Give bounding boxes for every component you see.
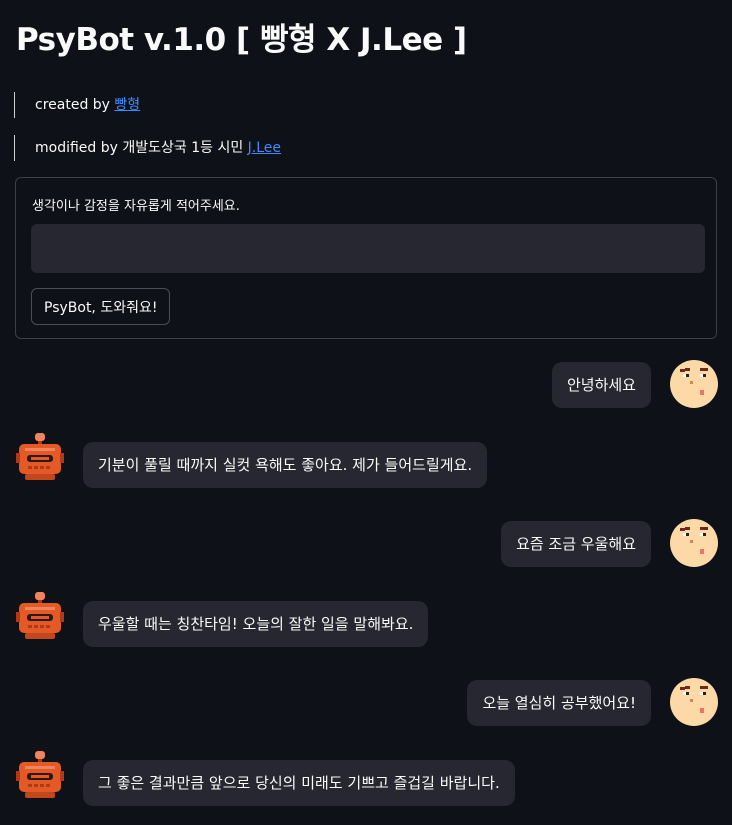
user-message-bubble: 요즘 조금 우울해요 [501, 521, 651, 567]
modifier-link[interactable]: J.Lee [248, 140, 281, 156]
bot-avatar-icon [16, 433, 64, 480]
submit-button[interactable]: PsyBot, 도와줘요! [31, 288, 171, 325]
chat-message-bot: 우울할 때는 칭찬타임! 오늘의 잘한 일을 말해봐요. [0, 592, 732, 649]
chat-message-user: 오늘 열심히 공부했어요! [0, 678, 732, 728]
chat-message-user: 안녕하세요 [0, 360, 732, 410]
created-by-label: created by [35, 97, 115, 113]
message-input[interactable] [31, 224, 705, 273]
user-message-bubble: 오늘 열심히 공부했어요! [467, 680, 651, 726]
bot-avatar-icon [16, 751, 64, 798]
modified-by-label: modified by 개발도상국 1등 시민 [35, 140, 248, 156]
message-form: 생각이나 감정을 자유롭게 적어주세요. PsyBot, 도와줘요! [15, 177, 717, 339]
chat-message-bot: 그 좋은 결과만큼 앞으로 당신의 미래도 기쁘고 즐겁길 바랍니다. [0, 751, 732, 808]
created-by-credit: created by 빵형 [14, 92, 140, 118]
chat-message-bot: 기분이 풀릴 때까지 실컷 욕해도 좋아요. 제가 들어드릴게요. [0, 433, 732, 490]
creator-link[interactable]: 빵형 [114, 97, 140, 113]
user-avatar-icon [670, 519, 718, 567]
bot-message-bubble: 그 좋은 결과만큼 앞으로 당신의 미래도 기쁘고 즐겁길 바랍니다. [83, 760, 515, 806]
message-input-label: 생각이나 감정을 자유롭게 적어주세요. [32, 199, 240, 214]
user-message-bubble: 안녕하세요 [551, 362, 651, 408]
bot-message-bubble: 우울할 때는 칭찬타임! 오늘의 잘한 일을 말해봐요. [83, 601, 429, 647]
modified-by-credit: modified by 개발도상국 1등 시민 J.Lee [14, 135, 281, 161]
bot-message-bubble: 기분이 풀릴 때까지 실컷 욕해도 좋아요. 제가 들어드릴게요. [83, 442, 488, 488]
chat-message-user: 요즘 조금 우울해요 [0, 519, 732, 569]
user-avatar-icon [670, 678, 718, 726]
page-title: PsyBot v.1.0 [ 빵형 X J.Lee ] [16, 22, 467, 58]
bot-avatar-icon [16, 592, 64, 639]
user-avatar-icon [670, 360, 718, 408]
